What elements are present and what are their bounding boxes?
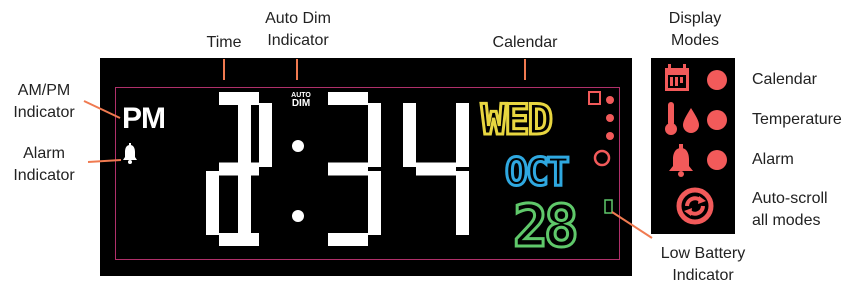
callout-alarm <box>87 159 122 163</box>
alarm-bell-icon <box>123 143 137 164</box>
callout-am-pm <box>83 100 121 119</box>
callout-low-battery <box>611 211 653 239</box>
